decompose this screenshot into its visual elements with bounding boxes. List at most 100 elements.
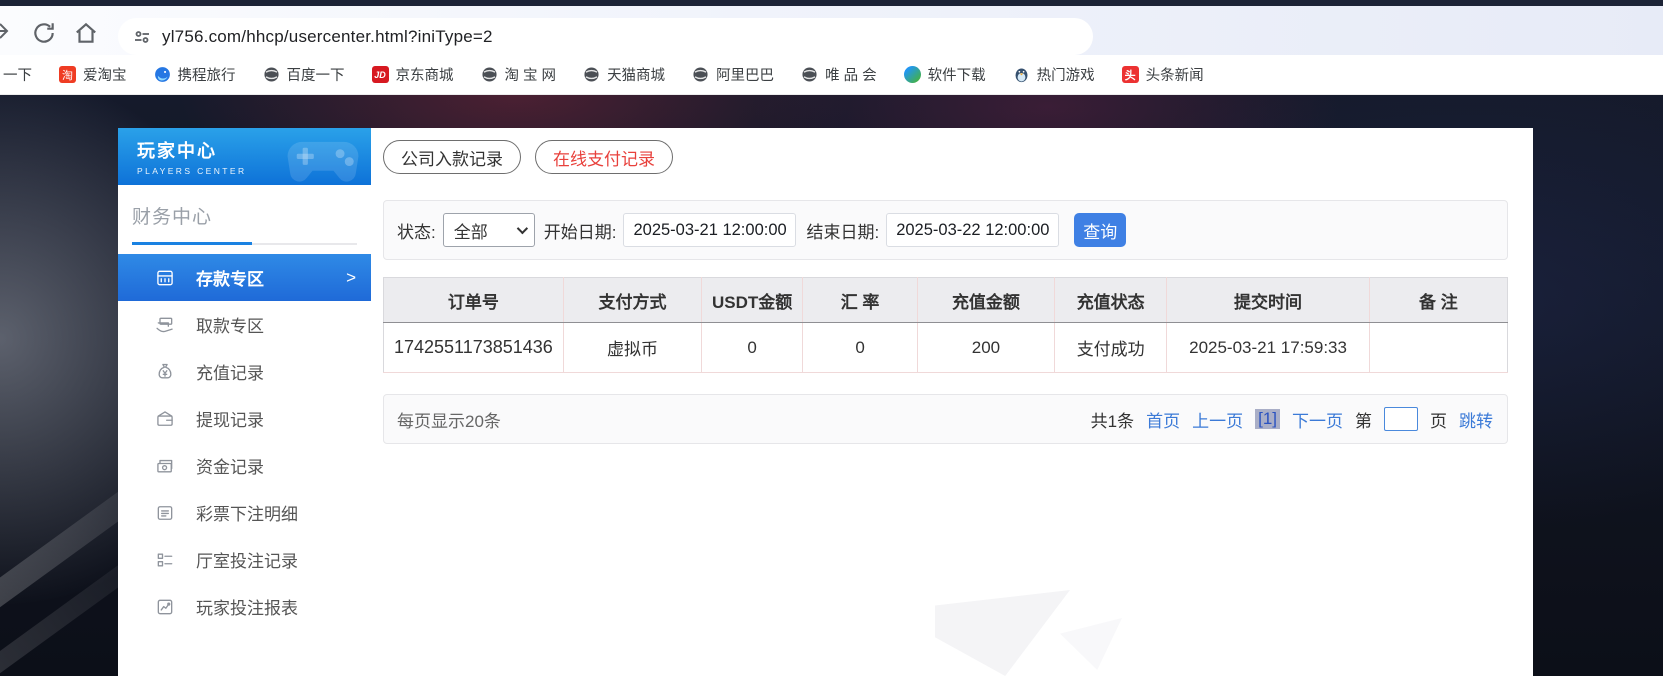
table-row: 1742551173851436虚拟币00200支付成功2025-03-21 1… <box>384 323 1508 373</box>
bookmark-label: 京东商城 <box>396 64 454 85</box>
sidebar-item-label: 存款专区 <box>196 265 264 290</box>
table-cell: 1742551173851436 <box>384 323 564 373</box>
column-header: 支付方式 <box>563 278 701 323</box>
sidebar-item-cashout[interactable]: 提现记录 <box>118 395 371 442</box>
sidebar-item-label: 玩家投注报表 <box>196 594 298 619</box>
column-header: 汇 率 <box>803 278 918 323</box>
sidebar-header: 玩家中心 PLAYERS CENTER <box>118 128 371 185</box>
download-icon <box>904 66 921 83</box>
column-header: 订单号 <box>384 278 564 323</box>
sidebar-menu: 存款专区 > 取款专区充值记录提现记录资金记录彩票下注明细厅室投注记录玩家投注报表 <box>118 254 371 630</box>
bookmark-item[interactable]: 热门游戏 <box>1013 64 1095 85</box>
taobao-icon: 淘 <box>59 66 76 83</box>
sidebar-subtitle: PLAYERS CENTER <box>137 166 371 176</box>
home-icon[interactable] <box>73 20 99 46</box>
bookmark-item[interactable]: 天猫商城 <box>583 64 665 85</box>
sidebar-item-label: 资金记录 <box>196 453 264 478</box>
status-select-value: 全部 <box>454 218 488 243</box>
main-content: 公司入款记录在线支付记录 状态: 全部 开始日期: 结束日期: 查询 订单号支付… <box>371 128 1533 676</box>
sidebar-item-funds[interactable]: 资金记录 <box>118 442 371 489</box>
records-table: 订单号支付方式USDT金额汇 率充值金额充值状态提交时间备 注 17425511… <box>383 277 1508 373</box>
jump-prefix-label: 第 <box>1355 407 1372 432</box>
search-button[interactable]: 查询 <box>1074 213 1126 247</box>
address-bar[interactable]: yl756.com/hhcp/usercenter.html?iniType=2 <box>118 18 1093 55</box>
jump-page-input[interactable] <box>1384 407 1418 431</box>
end-date-input[interactable] <box>886 213 1059 247</box>
pagination-bar: 每页显示20条 共1条 首页 上一页 [1] 下一页 第 页 跳转 <box>383 394 1508 444</box>
cashout-icon <box>155 409 175 429</box>
sidebar-item-deposit[interactable]: 存款专区 > <box>118 254 371 301</box>
column-header: 充值状态 <box>1055 278 1167 323</box>
lottery-icon <box>155 503 175 523</box>
bookmark-item[interactable]: 头头条新闻 <box>1122 64 1204 85</box>
bookmark-item[interactable]: 携程旅行 <box>154 64 236 85</box>
record-tabs: 公司入款记录在线支付记录 <box>383 140 1508 174</box>
sidebar-item-withdraw[interactable]: 取款专区 <box>118 301 371 348</box>
sidebar-title: 玩家中心 <box>137 137 371 163</box>
jump-action-link[interactable]: 跳转 <box>1459 407 1493 432</box>
bookmark-item[interactable]: 一下 <box>3 64 32 85</box>
sidebar-section-title: 财务中心 <box>132 202 357 229</box>
forward-arrow-icon[interactable] <box>0 19 11 43</box>
start-date-input[interactable] <box>623 213 796 247</box>
bookmark-label: 阿里巴巴 <box>716 64 774 85</box>
bookmark-label: 软件下载 <box>928 64 986 85</box>
reload-icon[interactable] <box>31 20 57 46</box>
chevron-right-icon: > <box>346 268 356 288</box>
bookmark-item[interactable]: 唯 品 会 <box>801 64 877 85</box>
sidebar-item-label: 厅室投注记录 <box>196 547 298 572</box>
prev-page-link[interactable]: 上一页 <box>1192 407 1243 432</box>
table-cell: 2025-03-21 17:59:33 <box>1167 323 1369 373</box>
bookmark-item[interactable]: 淘爱淘宝 <box>59 64 127 85</box>
globe-icon <box>263 66 280 83</box>
bookmark-label: 天猫商城 <box>607 64 665 85</box>
bookmark-label: 一下 <box>3 64 32 85</box>
sidebar-item-label: 提现记录 <box>196 406 264 431</box>
sidebar-item-hall[interactable]: 厅室投注记录 <box>118 536 371 583</box>
bookmarks-bar: 一下 淘爱淘宝 携程旅行 百度一下 JD京东商城 淘 宝 网 天猫商城 阿里巴巴 唯 品 会 软件… <box>0 55 1663 95</box>
table-cell: 支付成功 <box>1055 323 1167 373</box>
sidebar-item-recharge[interactable]: 充值记录 <box>118 348 371 395</box>
bookmark-label: 携程旅行 <box>178 64 236 85</box>
current-page-badge: [1] <box>1255 409 1280 429</box>
total-count-text: 共1条 <box>1091 407 1134 432</box>
recharge-icon <box>155 362 175 382</box>
filter-bar: 状态: 全部 开始日期: 结束日期: 查询 <box>383 200 1508 260</box>
toutiao-icon: 头 <box>1122 66 1139 83</box>
game-icon <box>1013 66 1030 83</box>
bookmark-item[interactable]: 百度一下 <box>263 64 345 85</box>
column-header: 提交时间 <box>1167 278 1369 323</box>
ctrip-icon <box>154 66 171 83</box>
bookmark-label: 爱淘宝 <box>83 64 127 85</box>
end-date-label: 结束日期: <box>806 218 879 243</box>
jump-suffix-label: 页 <box>1430 407 1447 432</box>
status-select[interactable]: 全部 <box>443 213 535 247</box>
browser-toolbar: yl756.com/hhcp/usercenter.html?iniType=2 <box>0 6 1663 55</box>
sidebar-item-label: 彩票下注明细 <box>196 500 298 525</box>
table-cell: 0 <box>702 323 803 373</box>
next-page-link[interactable]: 下一页 <box>1292 407 1343 432</box>
deposit-icon <box>155 268 175 288</box>
site-privacy-icon[interactable] <box>132 27 152 47</box>
sidebar-item-label: 取款专区 <box>196 312 264 337</box>
globe-icon <box>481 66 498 83</box>
sidebar: 玩家中心 PLAYERS CENTER 财务中心 存款专区 > 取款专区充值记录提现… <box>118 128 371 676</box>
bookmark-label: 唯 品 会 <box>825 64 877 85</box>
tab-company-deposit-records[interactable]: 公司入款记录 <box>383 140 521 174</box>
bookmark-item[interactable]: JD京东商城 <box>372 64 454 85</box>
sidebar-item-report[interactable]: 玩家投注报表 <box>118 583 371 630</box>
sidebar-item-lottery[interactable]: 彩票下注明细 <box>118 489 371 536</box>
bookmark-label: 头条新闻 <box>1146 64 1204 85</box>
bookmark-item[interactable]: 阿里巴巴 <box>692 64 774 85</box>
bookmark-item[interactable]: 软件下载 <box>904 64 986 85</box>
status-label: 状态: <box>397 218 436 243</box>
bookmark-item[interactable]: 淘 宝 网 <box>481 64 557 85</box>
bookmark-label: 热门游戏 <box>1037 64 1095 85</box>
globe-icon <box>583 66 600 83</box>
first-page-link[interactable]: 首页 <box>1146 407 1180 432</box>
table-cell <box>1369 323 1507 373</box>
tab-online-payment-records[interactable]: 在线支付记录 <box>535 140 673 174</box>
hall-icon <box>155 550 175 570</box>
globe-icon <box>692 66 709 83</box>
sidebar-section: 财务中心 <box>118 185 371 245</box>
